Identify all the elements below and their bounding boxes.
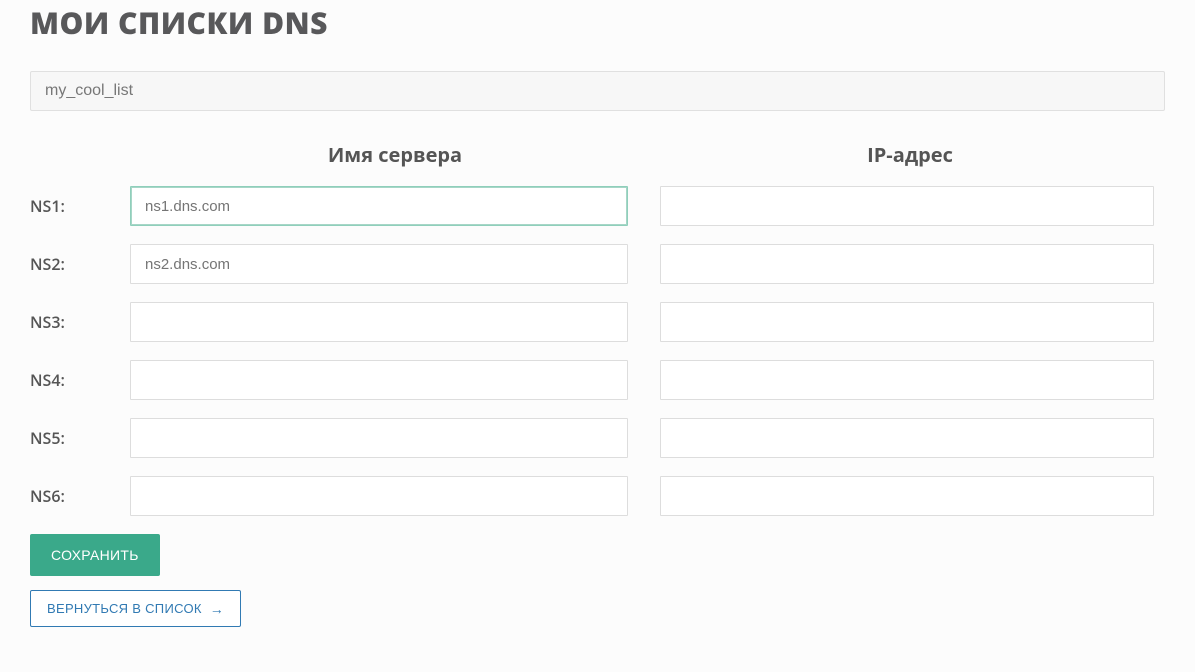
- ns-label: NS4:: [30, 369, 130, 391]
- header-server-name: Имя сервера: [130, 141, 660, 168]
- ns3-server-input[interactable]: [130, 302, 628, 342]
- ns-row: NS3:: [30, 302, 1165, 342]
- ns-label: NS3:: [30, 311, 130, 333]
- ns6-ip-input[interactable]: [660, 476, 1154, 516]
- ns5-server-input[interactable]: [130, 418, 628, 458]
- save-button[interactable]: СОХРАНИТЬ: [30, 534, 160, 576]
- ns4-ip-input[interactable]: [660, 360, 1154, 400]
- ns5-ip-input[interactable]: [660, 418, 1154, 458]
- ns2-ip-input[interactable]: [660, 244, 1154, 284]
- ns-row: NS4:: [30, 360, 1165, 400]
- back-to-list-label: ВЕРНУТЬСЯ В СПИСОК: [47, 601, 202, 616]
- ns-label: NS2:: [30, 253, 130, 275]
- ns-label: NS1:: [30, 195, 130, 217]
- ns-row: NS5:: [30, 418, 1165, 458]
- col-spacer: [30, 141, 130, 168]
- ns6-server-input[interactable]: [130, 476, 628, 516]
- save-button-label: СОХРАНИТЬ: [51, 547, 139, 563]
- ns-label: NS6:: [30, 485, 130, 507]
- ns3-ip-input[interactable]: [660, 302, 1154, 342]
- ns-row: NS2:: [30, 244, 1165, 284]
- page-title: МОИ СПИСКИ DNS: [30, 2, 1165, 43]
- ns1-server-input[interactable]: [130, 186, 628, 226]
- ns1-ip-input[interactable]: [660, 186, 1154, 226]
- ns4-server-input[interactable]: [130, 360, 628, 400]
- ns-row: NS6:: [30, 476, 1165, 516]
- table-headers: Имя сервера IP-адрес: [30, 141, 1165, 168]
- ns-row: NS1:: [30, 186, 1165, 226]
- header-ip-address: IP-адрес: [660, 141, 1160, 168]
- back-to-list-button[interactable]: ВЕРНУТЬСЯ В СПИСОК →: [30, 590, 241, 627]
- ns2-server-input[interactable]: [130, 244, 628, 284]
- button-bar: СОХРАНИТЬ ВЕРНУТЬСЯ В СПИСОК →: [30, 534, 1165, 627]
- ns-label: NS5:: [30, 427, 130, 449]
- arrow-right-icon: →: [210, 602, 224, 616]
- list-name-input[interactable]: [30, 71, 1165, 111]
